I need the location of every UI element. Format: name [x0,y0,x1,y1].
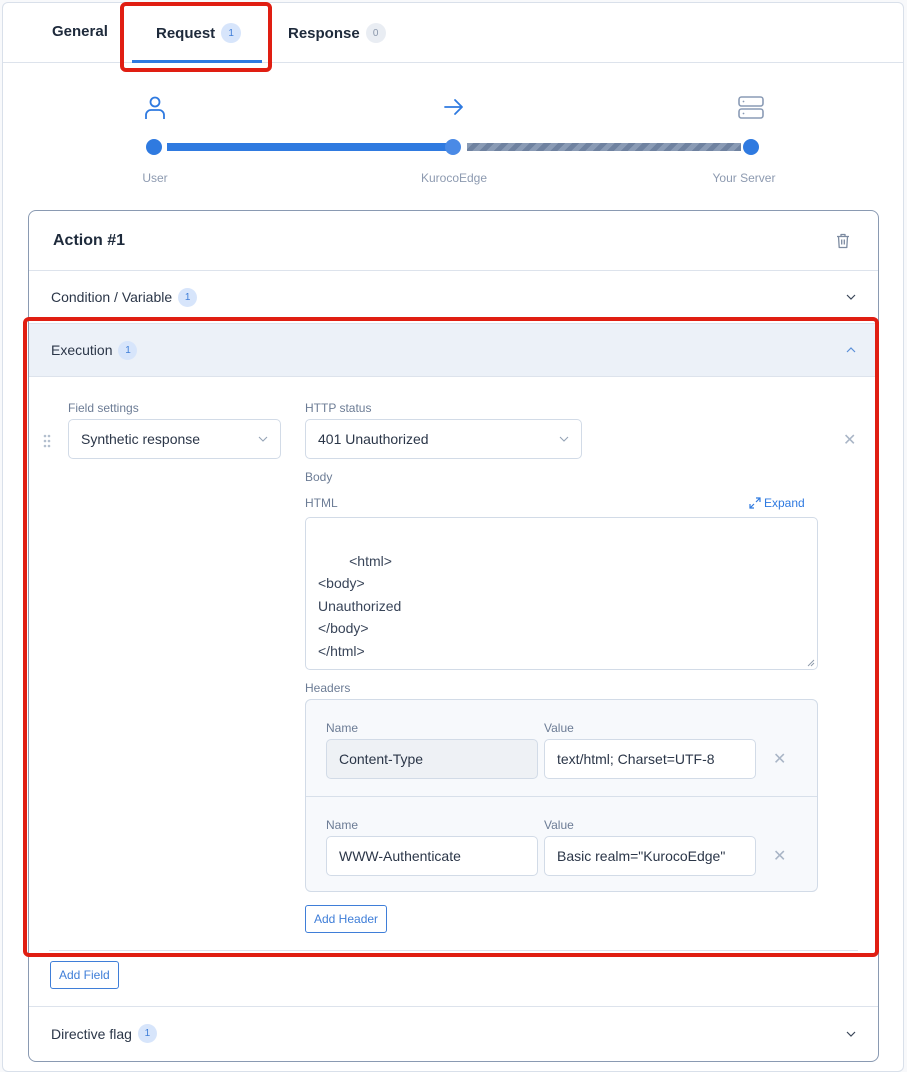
header-row: Name Value WWW-Authenticate Basic realm=… [306,796,817,892]
drag-handle-icon[interactable] [43,434,51,448]
header-value-input[interactable]: Basic realm="KurocoEdge" [544,836,756,876]
headers-list: Name Value Content-Type text/html; Chars… [305,699,818,892]
tab-bar: General Request 1 Response 0 [3,3,903,63]
html-label: HTML [305,496,338,510]
field-settings-label: Field settings [68,401,139,415]
count-badge: 1 [221,23,242,43]
http-status-label: HTTP status [305,401,372,415]
accordion-label: Condition / Variable [51,289,173,305]
flow-line-pending [467,143,741,151]
server-icon [738,96,764,119]
add-field-button[interactable]: Add Field [50,961,119,989]
header-name-input[interactable]: WWW-Authenticate [326,836,538,876]
html-body-textarea[interactable]: <html> <body> Unauthorized </body> </htm… [305,517,818,670]
action-header: Action #1 [29,211,878,271]
header-value-input[interactable]: text/html; Charset=UTF-8 [544,739,756,779]
add-header-button[interactable]: Add Header [305,905,388,933]
accordion-label: Execution [51,342,113,358]
accordion-condition-variable[interactable]: Condition / Variable 1 [29,271,878,324]
accordion-directive-flag[interactable]: Directive flag 1 [29,1007,878,1060]
flow-line-active [167,143,447,151]
page-panel: General Request 1 Response 0 User Kuroco… [2,2,904,1072]
flow-label-server: Your Server [712,171,776,185]
flow-node-kurocoedge [445,139,461,155]
select-value: Synthetic response [81,431,201,447]
divider [49,950,858,951]
count-badge: 1 [178,287,198,307]
request-flow-diagram: User KurocoEdge Your Server [3,83,903,193]
remove-header-icon[interactable]: ✕ [773,846,786,866]
action-card: Action #1 Condition / Variable 1 Executi… [28,210,879,1062]
flow-label-kurocoedge: KurocoEdge [420,171,488,185]
tab-general[interactable]: General [52,23,108,40]
select-value: 401 Unauthorized [318,431,429,447]
chevron-down-icon [846,294,856,300]
execution-panel: Field settings Synthetic response HTTP s… [29,377,878,952]
tab-label: Response [288,24,360,42]
count-badge: 1 [137,1024,157,1043]
accordion-execution[interactable]: Execution 1 [29,324,878,377]
header-row: Name Value Content-Type text/html; Chars… [306,700,817,796]
header-name-label: Name [326,721,359,735]
header-value-label: Value [544,721,574,735]
remove-field-icon[interactable]: ✕ [843,430,856,450]
chevron-down-icon [559,436,569,442]
tab-response[interactable]: Response 0 [288,23,386,43]
arrow-right-icon [444,99,463,115]
header-value-label: Value [544,818,574,832]
headers-label: Headers [305,681,351,695]
flow-node-user [146,139,162,155]
chevron-down-icon [258,436,268,442]
trash-icon[interactable] [836,233,850,249]
header-name-input[interactable]: Content-Type [326,739,538,779]
user-icon [145,96,165,119]
action-title: Action #1 [53,231,126,249]
accordion-label: Directive flag [51,1025,132,1042]
chevron-down-icon [846,1031,856,1037]
tab-label: General [52,23,108,40]
chevron-up-icon [846,347,856,353]
textarea-value: <html> <body> Unauthorized </body> </htm… [318,552,402,659]
body-label: Body [305,470,333,484]
expand-icon [749,497,761,509]
flow-label-user: User [142,171,168,185]
remove-header-icon[interactable]: ✕ [773,749,786,769]
resize-handle-icon[interactable] [807,659,815,667]
flow-node-server [743,139,759,155]
count-badge: 1 [118,340,138,360]
field-settings-select[interactable]: Synthetic response [68,419,281,459]
expand-button[interactable]: Expand [749,496,805,510]
http-status-select[interactable]: 401 Unauthorized [305,419,582,459]
tab-label: Request [156,24,216,42]
count-badge: 0 [365,23,386,43]
active-tab-indicator [132,60,262,63]
add-field-row: Add Field [29,952,878,1007]
expand-label: Expand [764,496,805,510]
tab-request[interactable]: Request 1 [156,23,242,43]
header-name-label: Name [326,818,359,832]
